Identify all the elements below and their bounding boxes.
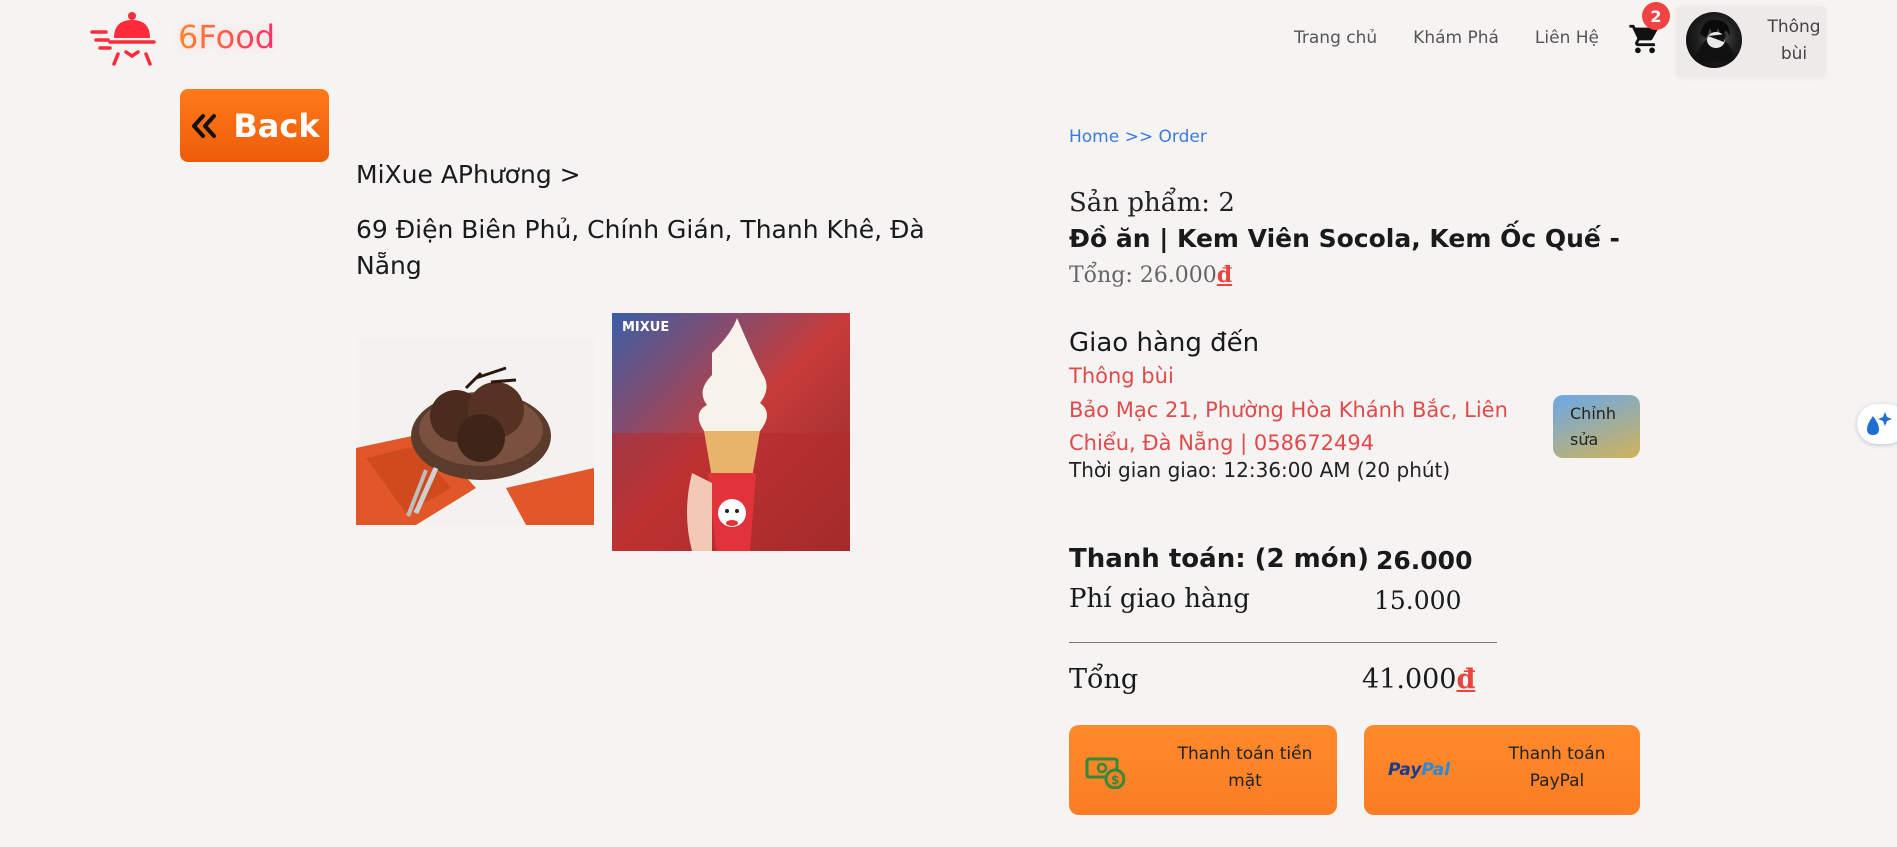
- total-value: 41.000đ: [1362, 664, 1475, 695]
- paypal-icon: PayPal: [1388, 760, 1450, 780]
- delivery-fee-value: 15.000: [1374, 586, 1462, 615]
- pay-paypal-button[interactable]: PayPal Thanh toán PayPal: [1364, 725, 1640, 815]
- nav-item-explore[interactable]: Khám Phá: [1413, 28, 1499, 48]
- pay-cash-label: Thanh toán tiền mặt: [1165, 741, 1325, 795]
- cart-button[interactable]: 2: [1628, 2, 1670, 56]
- ice-cream-cone-image: MIXUE: [612, 313, 850, 551]
- edit-label-line1: Chỉnh: [1570, 404, 1617, 423]
- svg-text:$: $: [1111, 773, 1119, 787]
- edit-label-line2: sửa: [1570, 430, 1599, 449]
- sparkle-drop-icon: [1867, 412, 1892, 435]
- store-name[interactable]: MiXue APhương >: [356, 160, 581, 189]
- logo[interactable]: 6Food: [88, 6, 275, 68]
- pay-paypal-label: Thanh toán PayPal: [1492, 741, 1622, 795]
- double-chevron-left-icon: [192, 113, 217, 138]
- nav-item-contact[interactable]: Liên Hệ: [1535, 28, 1599, 48]
- main-nav: Trang chủ Khám Phá Liên Hệ: [1294, 28, 1599, 48]
- breadcrumb[interactable]: Home >> Order: [1069, 127, 1207, 147]
- chocolate-ice-cream-image: [356, 338, 594, 525]
- header: 6Food Trang chủ Khám Phá Liên Hệ 2 Thông…: [0, 0, 1897, 78]
- back-label: Back: [233, 106, 320, 145]
- pay-paypal-line2: PayPal: [1529, 771, 1585, 791]
- brand-name: 6Food: [178, 18, 276, 56]
- user-name-line1: Thông: [1767, 17, 1821, 37]
- shipping-address: Bảo Mạc 21, Phường Hòa Khánh Bắc, Liên C…: [1069, 398, 1508, 455]
- pay-cash-line2: mặt: [1228, 771, 1262, 791]
- shipping-recipient: Thông bùi: [1069, 364, 1174, 388]
- mixue-watermark: MIXUE: [622, 320, 669, 335]
- cash-icon: $: [1085, 757, 1125, 789]
- divider: [1069, 642, 1497, 643]
- floating-assistant-button[interactable]: [1857, 404, 1897, 444]
- total-currency-symbol: đ: [1456, 664, 1476, 695]
- shipping-heading: Giao hàng đến: [1069, 328, 1260, 358]
- back-button[interactable]: Back: [180, 89, 329, 162]
- delivery-cloche-icon: [90, 12, 156, 66]
- pay-cash-button[interactable]: $ Thanh toán tiền mặt: [1069, 725, 1337, 815]
- paypal-logo-part1: Pay: [1388, 760, 1422, 780]
- product-name: Đồ ăn | Kem Viên Socola, Kem Ốc Quế -: [1069, 224, 1620, 253]
- subtotal-label: Thanh toán: (2 món): [1069, 544, 1370, 574]
- nav-item-home[interactable]: Trang chủ: [1294, 28, 1377, 48]
- product-count: Sản phẩm: 2: [1069, 188, 1235, 218]
- currency-symbol: đ: [1216, 262, 1233, 288]
- edit-address-button[interactable]: Chỉnh sửa: [1553, 395, 1640, 458]
- product-total: Tổng: 26.000đ: [1069, 262, 1232, 288]
- total-amount: 41.000: [1362, 664, 1457, 695]
- shipping-time: Thời gian giao: 12:36:00 AM (20 phút): [1069, 458, 1451, 482]
- delivery-fee-label: Phí giao hàng: [1069, 584, 1250, 614]
- pay-paypal-line1: Thanh toán: [1508, 744, 1606, 764]
- store-address: 69 Điện Biên Phủ, Chính Gián, Thanh Khê,…: [356, 215, 925, 280]
- avatar: [1686, 12, 1742, 68]
- cart-count-badge: 2: [1642, 2, 1670, 30]
- user-name: Thông bùi: [1758, 14, 1830, 68]
- pay-cash-line1: Thanh toán tiền: [1177, 744, 1313, 764]
- avatar-image: [1694, 19, 1736, 62]
- total-label: Tổng: [1069, 664, 1139, 695]
- subtotal-value: 26.000: [1376, 546, 1473, 575]
- user-menu[interactable]: Thông bùi: [1676, 6, 1826, 76]
- user-name-line2: bùi: [1780, 44, 1808, 64]
- paypal-logo-part2: Pal: [1421, 760, 1451, 780]
- product-total-label: Tổng: 26.000: [1069, 263, 1217, 288]
